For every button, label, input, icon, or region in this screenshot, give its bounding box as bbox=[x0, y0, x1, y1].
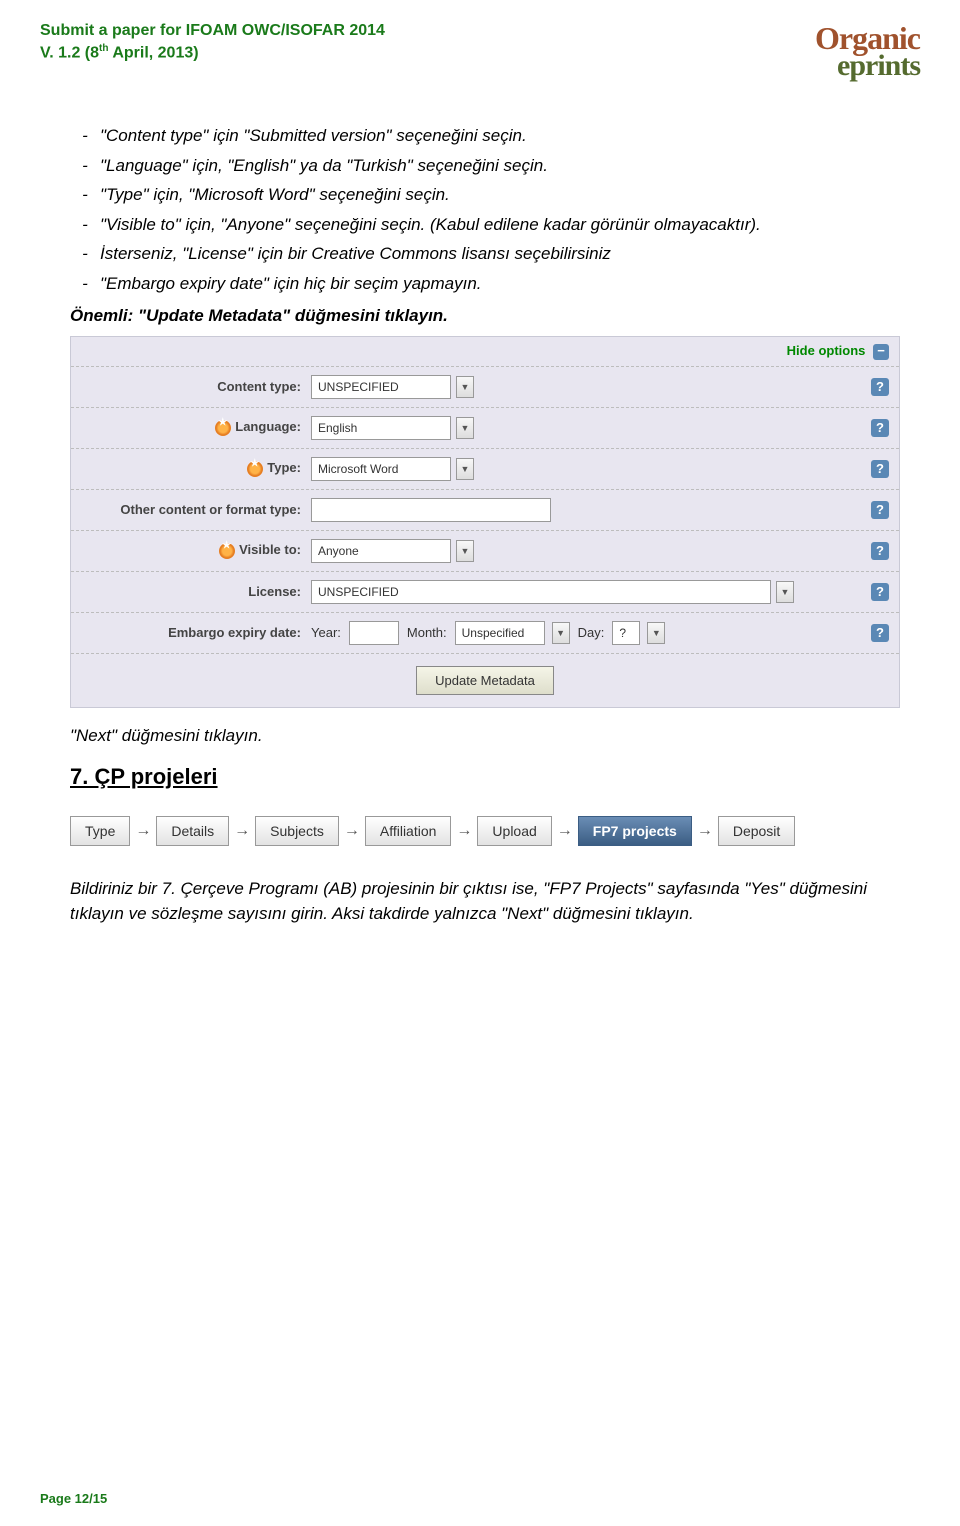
help-icon[interactable]: ? bbox=[871, 378, 889, 396]
arrow-icon: → bbox=[451, 822, 477, 840]
crumb-upload[interactable]: Upload bbox=[477, 816, 551, 846]
type-select[interactable]: Microsoft Word bbox=[311, 457, 451, 481]
body-paragraph: Bildiriniz bir 7. Çerçeve Programı (AB) … bbox=[70, 876, 900, 927]
bullet-item: -"Embargo expiry date" için hiç bir seçi… bbox=[70, 271, 900, 297]
dropdown-arrow-icon[interactable]: ▼ bbox=[456, 540, 474, 562]
dropdown-arrow-icon[interactable]: ▼ bbox=[456, 376, 474, 398]
required-star-icon bbox=[215, 420, 231, 436]
workflow-breadcrumb: Type → Details → Subjects → Affiliation … bbox=[70, 816, 900, 846]
arrow-icon: → bbox=[130, 822, 156, 840]
important-note: Önemli: "Update Metadata" düğmesini tıkl… bbox=[70, 306, 900, 326]
help-icon[interactable]: ? bbox=[871, 542, 889, 560]
label-license: License: bbox=[81, 584, 311, 599]
bullet-item: -"Content type" için "Submitted version"… bbox=[70, 123, 900, 149]
dropdown-arrow-icon[interactable]: ▼ bbox=[776, 581, 794, 603]
embargo-month-select[interactable]: Unspecified bbox=[455, 621, 545, 645]
help-icon[interactable]: ? bbox=[871, 460, 889, 478]
label-embargo: Embargo expiry date: bbox=[81, 625, 311, 640]
page-footer: Page 12/15 bbox=[40, 1491, 107, 1506]
bullet-list: -"Content type" için "Submitted version"… bbox=[70, 123, 900, 296]
crumb-details[interactable]: Details bbox=[156, 816, 229, 846]
year-label: Year: bbox=[311, 625, 341, 640]
page-header: Submit a paper for IFOAM OWC/ISOFAR 2014… bbox=[40, 20, 920, 83]
logo: Organic eprints bbox=[815, 20, 920, 83]
update-metadata-button[interactable]: Update Metadata bbox=[416, 666, 554, 695]
update-row: Update Metadata bbox=[71, 653, 899, 707]
day-label: Day: bbox=[578, 625, 605, 640]
month-label: Month: bbox=[407, 625, 447, 640]
arrow-icon: → bbox=[692, 822, 718, 840]
row-embargo: Embargo expiry date: Year: Month: Unspec… bbox=[71, 612, 899, 653]
license-select[interactable]: UNSPECIFIED bbox=[311, 580, 771, 604]
arrow-icon: → bbox=[229, 822, 255, 840]
dropdown-arrow-icon[interactable]: ▼ bbox=[647, 622, 665, 644]
content-type-select[interactable]: UNSPECIFIED bbox=[311, 375, 451, 399]
metadata-form: Hide options − Content type: UNSPECIFIED… bbox=[70, 336, 900, 708]
label-other: Other content or format type: bbox=[81, 502, 311, 517]
header-line1: Submit a paper for IFOAM OWC/ISOFAR 2014 bbox=[40, 20, 385, 42]
header-title: Submit a paper for IFOAM OWC/ISOFAR 2014… bbox=[40, 20, 385, 83]
label-visible-to: Visible to: bbox=[81, 542, 311, 559]
crumb-type[interactable]: Type bbox=[70, 816, 130, 846]
row-other-content: Other content or format type: ? bbox=[71, 489, 899, 530]
help-icon[interactable]: ? bbox=[871, 419, 889, 437]
row-language: Language: English▼ ? bbox=[71, 407, 899, 448]
crumb-fp7-projects[interactable]: FP7 projects bbox=[578, 816, 692, 846]
other-content-input[interactable] bbox=[311, 498, 551, 522]
dropdown-arrow-icon[interactable]: ▼ bbox=[456, 417, 474, 439]
bullet-item: -İsterseniz, "License" için bir Creative… bbox=[70, 241, 900, 267]
arrow-icon: → bbox=[339, 822, 365, 840]
collapse-icon: − bbox=[873, 344, 889, 360]
dropdown-arrow-icon[interactable]: ▼ bbox=[552, 622, 570, 644]
help-icon[interactable]: ? bbox=[871, 501, 889, 519]
language-select[interactable]: English bbox=[311, 416, 451, 440]
help-icon[interactable]: ? bbox=[871, 583, 889, 601]
label-content-type: Content type: bbox=[81, 379, 311, 394]
required-star-icon bbox=[247, 461, 263, 477]
crumb-subjects[interactable]: Subjects bbox=[255, 816, 339, 846]
next-instruction: "Next" düğmesini tıklayın. bbox=[70, 726, 900, 746]
required-star-icon bbox=[219, 543, 235, 559]
row-content-type: Content type: UNSPECIFIED▼ ? bbox=[71, 366, 899, 407]
dropdown-arrow-icon[interactable]: ▼ bbox=[456, 458, 474, 480]
header-line2: V. 1.2 (8th April, 2013) bbox=[40, 42, 385, 65]
embargo-day-select[interactable]: ? bbox=[612, 621, 640, 645]
section-title: 7. ÇP projeleri bbox=[70, 764, 900, 790]
embargo-year-input[interactable] bbox=[349, 621, 399, 645]
row-license: License: UNSPECIFIED▼ ? bbox=[71, 571, 899, 612]
help-icon[interactable]: ? bbox=[871, 624, 889, 642]
crumb-deposit[interactable]: Deposit bbox=[718, 816, 795, 846]
crumb-affiliation[interactable]: Affiliation bbox=[365, 816, 452, 846]
label-language: Language: bbox=[81, 419, 311, 436]
row-type: Type: Microsoft Word▼ ? bbox=[71, 448, 899, 489]
bullet-item: -"Type" için, "Microsoft Word" seçeneğin… bbox=[70, 182, 900, 208]
bullet-item: -"Language" için, "English" ya da "Turki… bbox=[70, 153, 900, 179]
visible-to-select[interactable]: Anyone bbox=[311, 539, 451, 563]
label-type: Type: bbox=[81, 460, 311, 477]
hide-options-link[interactable]: Hide options − bbox=[71, 337, 899, 366]
row-visible-to: Visible to: Anyone▼ ? bbox=[71, 530, 899, 571]
arrow-icon: → bbox=[552, 822, 578, 840]
bullet-item: -"Visible to" için, "Anyone" seçeneğini … bbox=[70, 212, 900, 238]
